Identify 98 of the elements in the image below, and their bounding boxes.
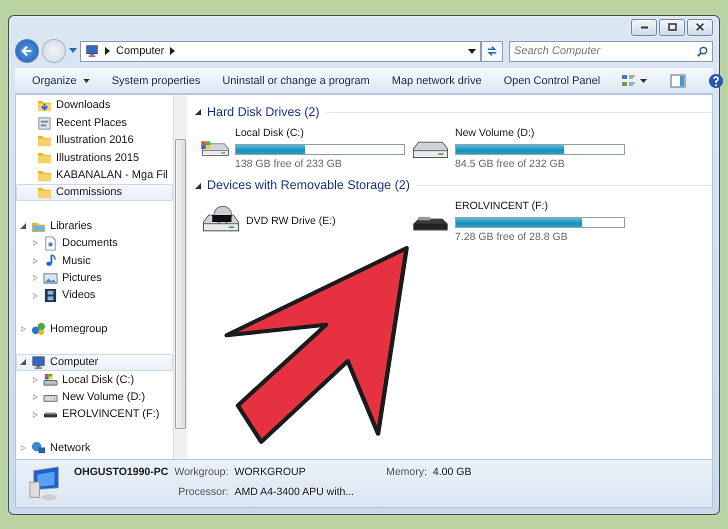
drive-name: DVD RW Drive (E:)	[246, 214, 336, 230]
folder-icon	[37, 150, 52, 166]
preview-pane-icon	[670, 74, 686, 88]
detail-label: Workgroup:	[174, 465, 228, 480]
nav-label: Libraries	[50, 218, 92, 234]
drive-name: Local Disk (C:)	[235, 126, 305, 141]
free-space-text: 138 GB free of 233 GB	[235, 156, 343, 172]
nav-item[interactable]: Documents	[16, 234, 173, 252]
refresh-icon	[486, 45, 498, 57]
nav-label: EROLVINCENT (F:)	[62, 407, 160, 422]
homegroup-icon	[31, 321, 46, 336]
folder-icon	[37, 98, 52, 114]
drive-name: New Volume (D:)	[455, 126, 536, 141]
nav-item[interactable]: Computer	[16, 354, 173, 372]
toolbar-button[interactable]: Map network drive	[380, 70, 493, 92]
nav-label: Illustration 2016	[56, 133, 134, 148]
nav-item[interactable]: Network	[16, 439, 173, 457]
nav-item[interactable]: New Volume (D:)	[16, 388, 173, 406]
detail-value: WORKGROUP	[234, 465, 307, 480]
collapse-arrow-icon[interactable]	[195, 182, 201, 189]
breadcrumb[interactable]: Computer	[116, 42, 164, 60]
computer-icon	[31, 354, 46, 370]
maximize-button[interactable]	[659, 18, 685, 36]
drive-item[interactable]: Local Disk (C:) 138 GB free of 233 GB	[200, 126, 405, 172]
nav-item[interactable]: Commissions	[16, 184, 173, 202]
document-icon	[43, 236, 58, 251]
drive-item[interactable]: EROLVINCENT (F:) 7.28 GB free of 28.8 GB	[410, 199, 625, 246]
refresh-button[interactable]	[481, 40, 503, 62]
toolbar-button[interactable]: System properties	[100, 70, 212, 92]
nav-item[interactable]: Downloads	[16, 97, 173, 114]
maximize-icon	[668, 23, 676, 31]
drive-item[interactable]: DVD RW Drive (E:)	[200, 199, 405, 246]
nav-item[interactable]: Recent Places	[16, 114, 173, 132]
scrollbar[interactable]	[173, 95, 187, 459]
nav-item[interactable]: Homegroup	[16, 320, 173, 338]
toolbar-button[interactable]: Open Control Panel	[492, 70, 612, 92]
nav-label: Network	[50, 440, 90, 456]
close-button[interactable]	[687, 18, 713, 36]
search-icon[interactable]	[697, 46, 708, 56]
detail-value: AMD A4-3400 APU with...	[234, 484, 354, 500]
detail-value: 4.00 GB	[432, 465, 472, 480]
minimize-button[interactable]	[631, 18, 657, 36]
nav-label: Pictures	[62, 270, 102, 286]
nav-item[interactable]: Illustration 2016	[16, 132, 173, 150]
nav-label: Music	[62, 254, 91, 269]
recent-places-icon	[37, 116, 52, 131]
nav-item[interactable]: Libraries	[16, 217, 173, 235]
nav-label: New Volume (D:)	[62, 390, 146, 405]
nav-label: Videos	[62, 288, 96, 304]
nav-label: Commissions	[56, 185, 122, 200]
recent-pages-icon[interactable]	[69, 48, 77, 54]
back-button[interactable]	[15, 39, 39, 63]
computer-icon	[85, 44, 99, 58]
back-arrow-icon	[20, 44, 34, 58]
nav-item[interactable]: Illustrations 2015	[16, 149, 173, 167]
nav-item[interactable]: Local Disk (C:)	[16, 371, 173, 388]
scroll-thumb[interactable]	[175, 139, 186, 429]
nav-item[interactable]: Music	[16, 252, 173, 270]
nav-label: Homegroup	[50, 322, 108, 337]
free-space-text: 7.28 GB free of 28.8 GB	[455, 230, 569, 245]
view-options-icon	[622, 74, 648, 87]
chevron-icon	[105, 47, 110, 55]
section-heading[interactable]: Hard Disk Drives (2)	[207, 103, 320, 122]
free-space-text: 84.5 GB free of 232 GB	[455, 156, 566, 172]
expand-arrow-icon[interactable]	[19, 359, 27, 366]
detail-label: Processor:	[177, 484, 228, 500]
nav-item[interactable]: EROLVINCENT (F:)	[16, 406, 173, 424]
system-drive-icon	[43, 372, 58, 388]
nav-label: Downloads	[56, 98, 110, 114]
chevron-icon	[170, 47, 176, 55]
nav-item[interactable]: Videos	[16, 286, 173, 304]
nav-label: Local Disk (C:)	[62, 372, 134, 388]
search-field[interactable]: Search Computer	[509, 40, 713, 62]
address-bar[interactable]: Computer	[80, 40, 481, 62]
nav-label: KABANALAN - Mga Fil	[56, 168, 168, 184]
expand-arrow-icon[interactable]	[19, 223, 27, 230]
nav-label: Recent Places	[56, 116, 127, 131]
minimize-icon	[640, 26, 648, 28]
drive-item[interactable]: New Volume (D:) 84.5 GB free of 232 GB	[410, 126, 625, 172]
caret-icon	[82, 78, 90, 83]
dropdown-icon[interactable]	[468, 48, 476, 54]
collapse-arrow-icon[interactable]	[195, 109, 201, 116]
organize-menu[interactable]: Organize	[21, 70, 101, 92]
pictures-icon	[43, 270, 58, 286]
toolbar-button[interactable]: Uninstall or change a program	[211, 70, 381, 92]
computer-name: OHGUSTO1990-PC	[74, 465, 168, 480]
nav-label: Computer	[50, 355, 98, 370]
close-icon	[696, 23, 704, 31]
nav-item[interactable]: Pictures	[16, 270, 173, 287]
nav-label: Documents	[62, 236, 118, 252]
film-icon	[43, 288, 58, 304]
section-heading[interactable]: Devices with Removable Storage (2)	[207, 176, 410, 195]
drive-name: EROLVINCENT (F:)	[455, 199, 549, 214]
network-icon	[31, 440, 46, 456]
folder-icon	[37, 185, 52, 200]
detail-label: Memory:	[386, 465, 427, 480]
nav-label: Illustrations 2015	[56, 150, 140, 166]
nav-item[interactable]: KABANALAN - Mga Fil	[16, 166, 173, 184]
